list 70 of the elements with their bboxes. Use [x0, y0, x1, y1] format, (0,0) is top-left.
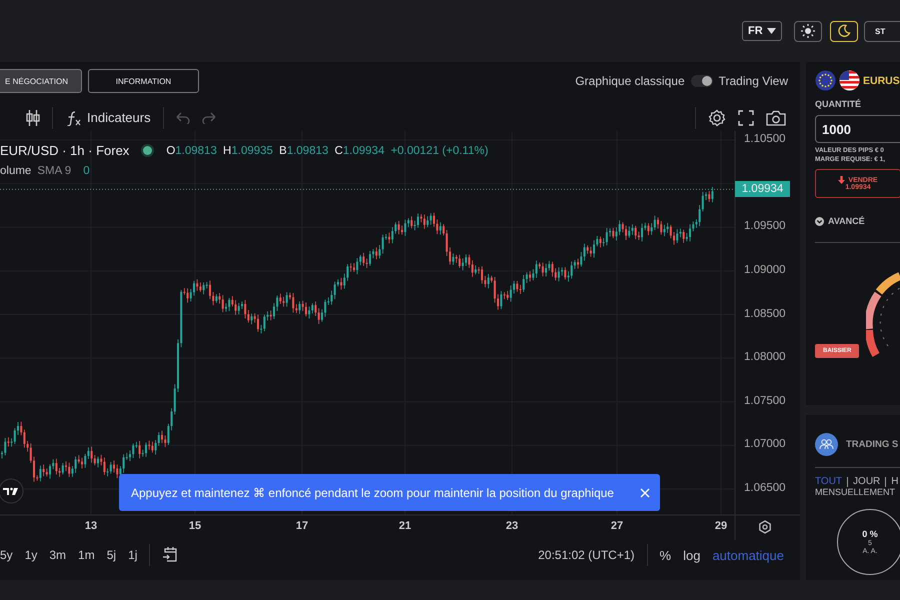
study-label: SMA 9 [37, 165, 72, 177]
flag-icon [815, 70, 836, 91]
range-button[interactable]: 3m [49, 548, 66, 562]
tab[interactable]: E NÉGOCIATION [0, 69, 82, 93]
price-label: 1.08500 [744, 308, 786, 320]
settings-icon[interactable] [708, 108, 726, 126]
date-label: 21 [398, 520, 412, 532]
logo-icon[interactable] [0, 478, 24, 504]
ohlc-values: O1.09813 H1.09935 B1.09813 C1.09934 +0.00121 (+0.11%) [166, 144, 490, 156]
date-label: 15 [188, 520, 202, 532]
filter-tab[interactable]: JOUR [853, 476, 880, 487]
tab[interactable]: INFORMATION [88, 69, 199, 93]
moon-icon [837, 24, 851, 38]
view-switch[interactable] [690, 75, 713, 87]
filter-tab[interactable]: H [891, 476, 899, 487]
theme-button[interactable] [830, 20, 858, 42]
date-label: 17 [294, 520, 310, 532]
price-label: 1.07000 [744, 438, 786, 450]
function-icon [65, 110, 81, 126]
flag-icon [839, 70, 860, 91]
date-label: 29 [714, 520, 728, 532]
settings-icon[interactable] [758, 520, 772, 534]
quantity-field[interactable]: 1000 [815, 115, 900, 143]
candles-icon[interactable] [26, 110, 40, 126]
notification-text: Appuyez et maintenez ⌘ enfoncé pendant le zoom pour maintenir la position du graphique [131, 486, 614, 500]
sun-icon [801, 24, 815, 38]
users-icon [815, 433, 838, 456]
undo-icon[interactable] [176, 112, 190, 124]
calendar-icon[interactable] [162, 547, 178, 563]
range-button[interactable]: 5y [0, 548, 13, 562]
advanced-toggle[interactable]: AVANCÉ [815, 216, 865, 226]
percent-button[interactable]: % [660, 548, 672, 562]
stat-percent: 0 % [862, 529, 878, 539]
price-label: 1.10500 [744, 133, 786, 145]
range-button[interactable]: 1m [78, 548, 95, 562]
toggle-label: Trading View [718, 74, 788, 88]
camera-icon[interactable] [766, 110, 786, 126]
theme-button[interactable] [794, 20, 822, 42]
price-tag: 1.09934 [735, 181, 790, 198]
range-button[interactable]: 5j [106, 548, 116, 562]
price-label: 1.07500 [744, 394, 786, 407]
arrow-down-icon [838, 176, 846, 184]
panel-title: TRADING S [846, 439, 898, 450]
toggle-label: Graphique classique [575, 74, 685, 88]
chevron-icon [815, 216, 824, 226]
volume-label: olume [0, 165, 32, 177]
language-select[interactable]: FR [742, 21, 782, 41]
date-label: 27 [610, 520, 624, 532]
price-label: 1.09500 [744, 220, 786, 232]
indicators-button[interactable]: Indicateurs [65, 110, 151, 126]
range-button[interactable]: 1y [24, 548, 38, 562]
log-button[interactable]: log [683, 548, 700, 562]
filter-tab[interactable]: MENSUELLEMENT [815, 487, 896, 497]
price-label: 1.08000 [744, 351, 786, 364]
field-label: QUANTITÉ [815, 99, 862, 109]
redo-icon[interactable] [202, 112, 216, 124]
fullscreen-icon[interactable] [738, 110, 754, 126]
symbol-title: EUR/USD · 1h · Forex [0, 143, 130, 158]
date-label: 23 [504, 520, 520, 532]
volume-value: 0 [83, 165, 90, 177]
status-dot [143, 146, 152, 155]
date-label: 13 [84, 520, 98, 532]
price-label: 1.06500 [744, 482, 786, 494]
close-icon[interactable] [640, 488, 650, 498]
caret-icon [767, 28, 776, 34]
range-button[interactable]: 1j [128, 548, 138, 562]
clock-label: 20:51:02 (UTC+1) [538, 548, 635, 562]
symbol-name: EURUS [863, 74, 900, 86]
price-label: 1.09000 [744, 264, 786, 276]
header-button[interactable]: ST [864, 20, 900, 42]
